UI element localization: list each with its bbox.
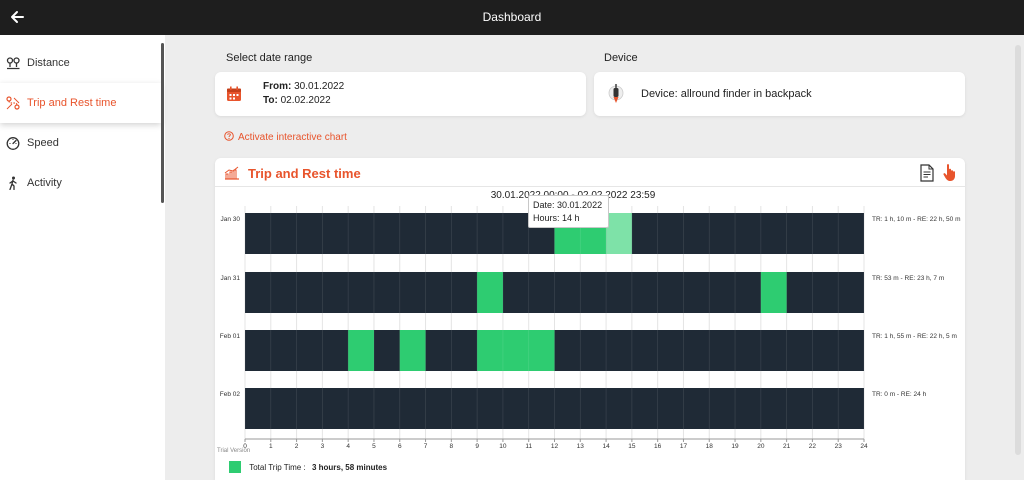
- row-summary: TR: 53 m - RE: 23 h, 7 m: [872, 275, 944, 282]
- x-tick-label: 1: [269, 443, 273, 450]
- trip-bar: [477, 330, 555, 371]
- sidebar-item-activity[interactable]: Activity: [0, 163, 161, 203]
- top-bar: Dashboard: [0, 0, 1024, 35]
- x-tick-label: 19: [731, 443, 739, 450]
- to-value: 02.02.2022: [280, 95, 331, 106]
- x-tick-label: 13: [577, 443, 585, 450]
- device-name: Device: allround finder in backpack: [641, 88, 812, 100]
- sidebar-item-label: Trip and Rest time: [27, 97, 117, 109]
- help-circle-icon: [224, 131, 234, 141]
- main-scrollbar-thumb[interactable]: [1015, 45, 1021, 455]
- x-tick-label: 12: [551, 443, 559, 450]
- calendar-icon: [227, 86, 241, 101]
- tooltip-hours: Hours: 14 h: [533, 213, 580, 223]
- trip-bar: [760, 272, 787, 313]
- date-range-label: Select date range: [226, 52, 313, 64]
- row-summary: TR: 1 h, 55 m - RE: 22 h, 5 m: [872, 333, 957, 340]
- sidebar-item-trip-and-rest-time[interactable]: Trip and Rest time: [0, 83, 161, 123]
- trip-rest-chart-card: Trip and Rest time 30.01.2022 00:00 - 02…: [215, 158, 965, 480]
- sidebar-item-label: Speed: [27, 137, 59, 149]
- sidebar-item-speed[interactable]: Speed: [0, 123, 161, 163]
- from-value: 30.01.2022: [294, 81, 345, 92]
- row-label: Feb 02: [220, 391, 241, 398]
- device-label: Device: [604, 52, 638, 64]
- x-tick-label: 5: [372, 443, 376, 450]
- x-tick-label: 7: [424, 443, 428, 450]
- row-summary: TR: 1 h, 10 m - RE: 22 h, 50 m: [872, 216, 961, 223]
- sidebar-item-label: Distance: [27, 57, 70, 69]
- sidebar: Distance Trip and Rest time Speed Activi…: [0, 35, 165, 480]
- tooltip-hours-value: 14 h: [562, 213, 580, 223]
- trip-bar: [348, 330, 374, 371]
- x-tick-label: 18: [706, 443, 714, 450]
- tooltip-date: Date: 30.01.2022: [533, 200, 602, 210]
- tooltip-date-label: Date:: [533, 200, 555, 210]
- trip-bar: [399, 330, 426, 371]
- trip-bar: [477, 272, 503, 313]
- device-card[interactable]: Device: allround finder in backpack: [594, 72, 965, 116]
- legend-value: 3 hours, 58 minutes: [311, 462, 388, 472]
- x-tick-label: 3: [321, 443, 325, 450]
- legend-label: Total Trip Time :: [249, 462, 306, 472]
- route-icon: [6, 96, 20, 110]
- row-label: Feb 01: [220, 333, 241, 340]
- chart-legend: Total Trip Time : 3 hours, 58 minutes: [229, 461, 387, 473]
- x-tick-label: 15: [628, 443, 636, 450]
- x-tick-label: 2: [295, 443, 299, 450]
- walking-person-icon: [9, 176, 17, 190]
- x-tick-label: 11: [525, 443, 532, 450]
- to-label: To:: [263, 95, 278, 106]
- x-tick-label: 21: [783, 443, 791, 450]
- date-to: To: 02.02.2022: [263, 95, 331, 106]
- chart-tooltip: Date: 30.01.2022 Hours: 14 h: [528, 195, 609, 228]
- x-tick-label: 17: [680, 443, 688, 450]
- activate-link-label: Activate interactive chart: [238, 132, 347, 143]
- from-label: From:: [263, 81, 292, 92]
- x-tick-label: 14: [602, 443, 610, 450]
- date-from: From: 30.01.2022: [263, 81, 344, 92]
- map-pins-icon: [6, 57, 20, 70]
- row-summary: TR: 0 m - RE: 24 h: [872, 391, 927, 398]
- main-scrollbar[interactable]: [1013, 35, 1024, 480]
- x-tick-label: 6: [398, 443, 402, 450]
- row-label: Jan 30: [220, 216, 240, 223]
- x-tick-label: 20: [757, 443, 765, 450]
- tooltip-date-value: 30.01.2022: [557, 200, 603, 210]
- sidebar-item-label: Activity: [27, 177, 62, 189]
- page-title: Dashboard: [482, 10, 542, 24]
- x-tick-label: 16: [654, 443, 662, 450]
- trip-bar: [606, 213, 632, 254]
- x-tick-label: 22: [809, 443, 817, 450]
- activate-interactive-chart-link[interactable]: Activate interactive chart: [224, 131, 347, 143]
- x-tick-label: 8: [450, 443, 454, 450]
- x-tick-label: 4: [346, 443, 350, 450]
- x-tick-label: 24: [860, 443, 868, 450]
- row-label: Jan 31: [220, 275, 240, 282]
- speedometer-icon: [6, 137, 20, 150]
- tooltip-hours-label: Hours:: [533, 213, 560, 223]
- x-tick-label: 23: [835, 443, 843, 450]
- trial-version-watermark: Trial Version: [217, 448, 250, 454]
- x-tick-label: 9: [475, 443, 479, 450]
- legend-swatch-trip: [229, 461, 241, 473]
- date-range-card[interactable]: From: 30.01.2022 To: 02.02.2022: [215, 72, 586, 116]
- x-tick-label: 10: [499, 443, 507, 450]
- tracker-device-icon: [608, 84, 624, 103]
- sidebar-scrollbar[interactable]: [161, 43, 164, 203]
- sidebar-item-distance[interactable]: Distance: [0, 43, 161, 83]
